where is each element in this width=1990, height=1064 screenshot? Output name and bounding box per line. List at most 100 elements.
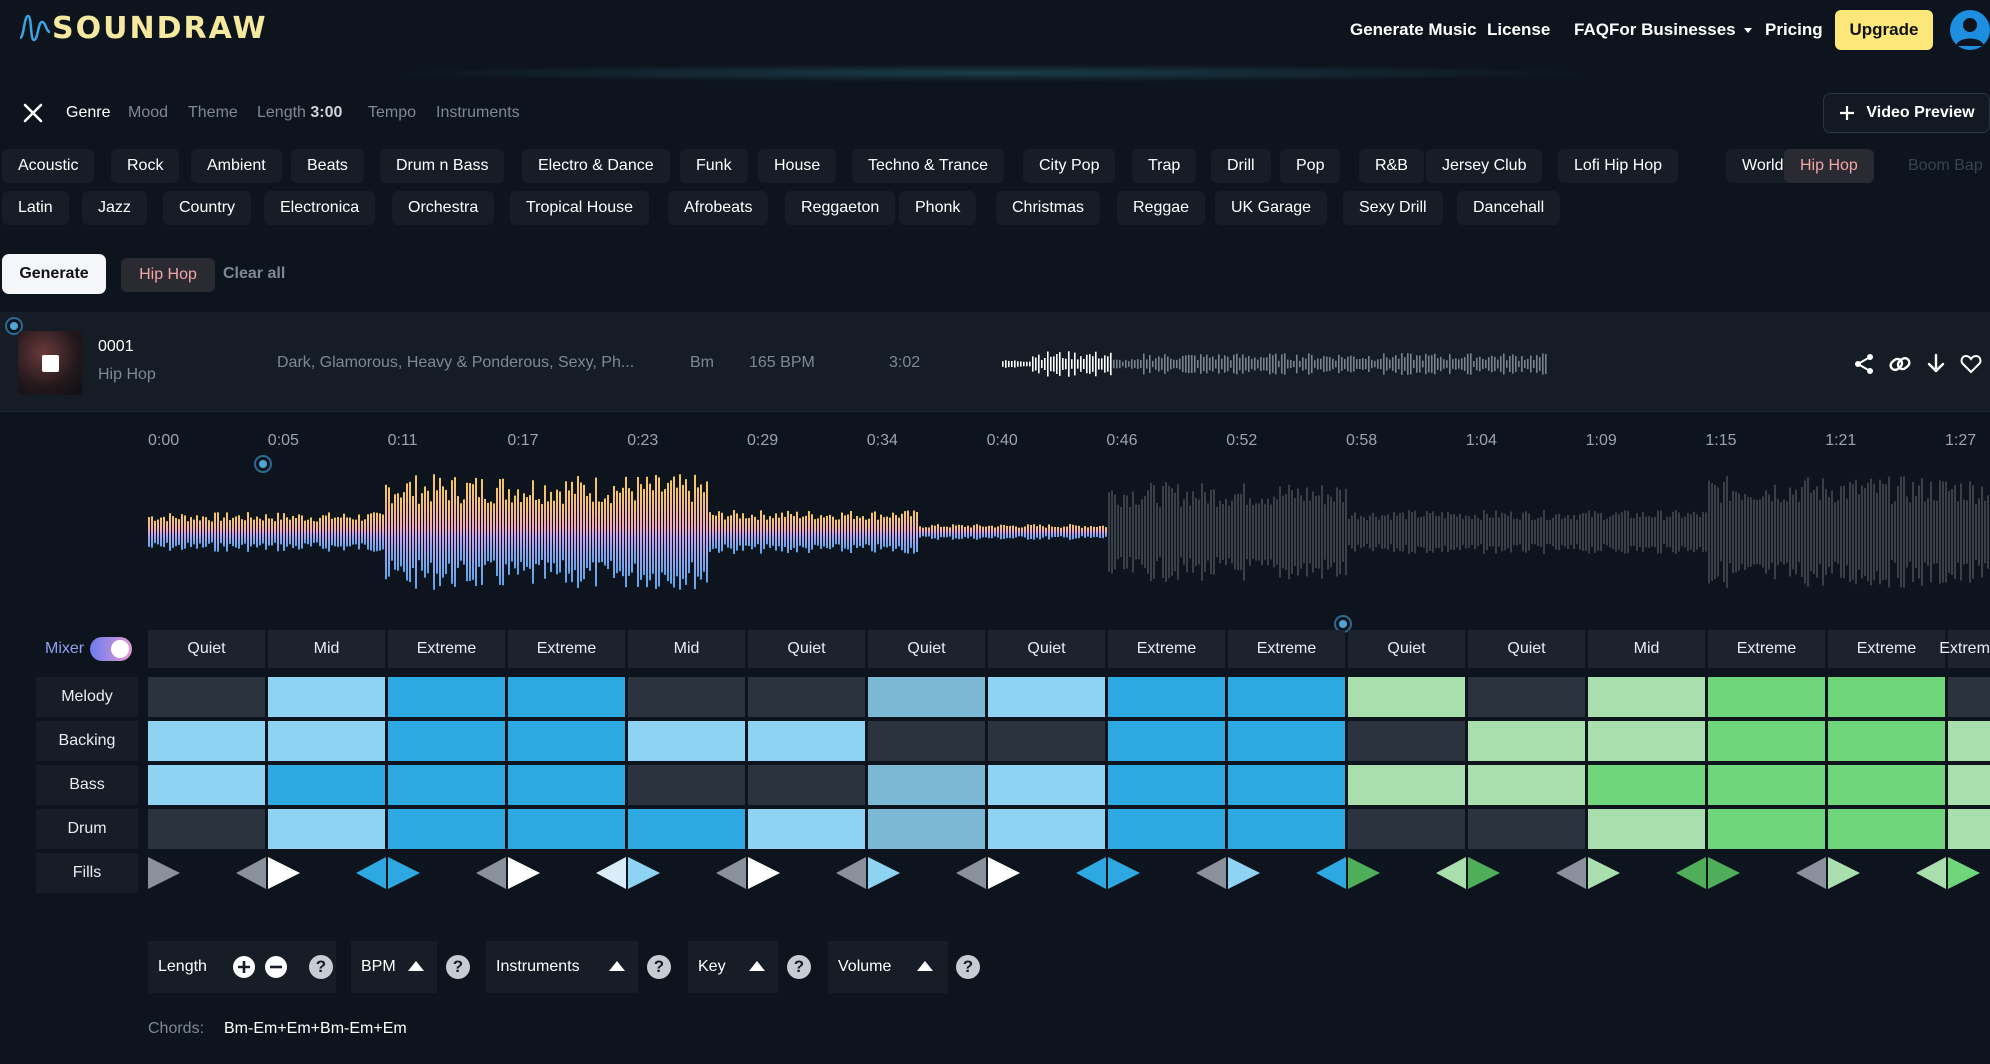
mixer-cell-bass[interactable] — [1828, 765, 1945, 805]
genre-chip-pop[interactable]: Pop — [1280, 149, 1341, 183]
mixer-cell-drum[interactable] — [1228, 809, 1345, 849]
genre-chip-electro-dance[interactable]: Electro & Dance — [522, 149, 670, 183]
tab-length[interactable]: Length 3:00 — [257, 104, 342, 122]
mixer-cell-backing[interactable] — [1948, 721, 1990, 761]
upgrade-button[interactable]: Upgrade — [1835, 10, 1933, 50]
mixer-cell-melody[interactable] — [508, 677, 625, 717]
intensity-cell[interactable]: Extreme — [388, 630, 505, 668]
mixer-cell-backing[interactable] — [1468, 721, 1585, 761]
genre-chip-jersey-club[interactable]: Jersey Club — [1426, 149, 1543, 183]
heart-icon[interactable] — [1959, 352, 1983, 376]
genre-chip-afrobeats[interactable]: Afrobeats — [668, 191, 769, 225]
intensity-cell[interactable]: Extreme — [1228, 630, 1345, 668]
selected-genre-tag[interactable]: Hip Hop — [121, 258, 215, 292]
tab-genre[interactable]: Genre — [66, 104, 110, 122]
intensity-cell[interactable]: Extreme — [1939, 630, 1990, 668]
mixer-cell-drum[interactable] — [1828, 809, 1945, 849]
mixer-cell-bass[interactable] — [1348, 765, 1465, 805]
intensity-cell[interactable]: Extreme — [1708, 630, 1825, 668]
main-waveform[interactable] — [148, 470, 1990, 595]
mixer-cell-backing[interactable] — [1828, 721, 1945, 761]
mixer-cell-backing[interactable] — [148, 721, 265, 761]
mixer-cell-drum[interactable] — [988, 809, 1105, 849]
mixer-cell-melody[interactable] — [988, 677, 1105, 717]
mixer-cell-melody[interactable] — [868, 677, 985, 717]
nav-generate-music[interactable]: Generate Music — [1350, 18, 1477, 42]
genre-chip-sexy-drill[interactable]: Sexy Drill — [1343, 191, 1443, 225]
minus-circle-icon[interactable] — [264, 955, 288, 979]
genre-chip-phonk[interactable]: Phonk — [899, 191, 977, 225]
mixer-cell-bass[interactable] — [748, 765, 865, 805]
mixer-cell-melody[interactable] — [1708, 677, 1825, 717]
genre-chip-hip-hop[interactable]: Hip Hop — [1784, 149, 1874, 183]
link-icon[interactable] — [1888, 352, 1912, 376]
section-handle[interactable] — [1336, 617, 1350, 631]
intensity-cell[interactable]: Quiet — [148, 630, 265, 668]
mixer-cell-bass[interactable] — [628, 765, 745, 805]
clear-all-button[interactable]: Clear all — [223, 265, 285, 283]
mixer-cell-backing[interactable] — [748, 721, 865, 761]
intensity-cell[interactable]: Extreme — [1108, 630, 1225, 668]
key-help-icon[interactable]: ? — [787, 955, 811, 979]
genre-chip-electronica[interactable]: Electronica — [264, 191, 376, 225]
download-icon[interactable] — [1924, 352, 1948, 376]
mixer-cell-bass[interactable] — [868, 765, 985, 805]
genre-chip-funk[interactable]: Funk — [680, 149, 748, 183]
intensity-cell[interactable]: Quiet — [748, 630, 865, 668]
mixer-cell-drum[interactable] — [868, 809, 985, 849]
tab-mood[interactable]: Mood — [128, 104, 168, 122]
mixer-cell-backing[interactable] — [628, 721, 745, 761]
stop-icon[interactable] — [42, 355, 59, 372]
mixer-cell-melody[interactable] — [628, 677, 745, 717]
genre-chip-drum-n-bass[interactable]: Drum n Bass — [380, 149, 505, 183]
genre-chip-reggaeton[interactable]: Reggaeton — [785, 191, 896, 225]
mixer-cell-backing[interactable] — [388, 721, 505, 761]
tab-instruments[interactable]: Instruments — [436, 104, 520, 122]
nav-faq[interactable]: FAQ — [1574, 18, 1609, 42]
genre-chip-latin[interactable]: Latin — [2, 191, 69, 225]
tab-theme[interactable]: Theme — [188, 104, 238, 122]
plus-circle-icon[interactable] — [232, 955, 256, 979]
genre-chip-r-b[interactable]: R&B — [1359, 149, 1424, 183]
genre-chip-boom-bap[interactable]: Boom Bap — [1892, 149, 1990, 183]
playhead-handle[interactable] — [256, 457, 270, 471]
mixer-cell-drum[interactable] — [748, 809, 865, 849]
mixer-cell-bass[interactable] — [1108, 765, 1225, 805]
mixer-cell-backing[interactable] — [868, 721, 985, 761]
mixer-toggle[interactable] — [90, 637, 132, 661]
share-icon[interactable] — [1852, 352, 1876, 376]
genre-chip-beats[interactable]: Beats — [291, 149, 364, 183]
mixer-cell-melody[interactable] — [748, 677, 865, 717]
intensity-cell[interactable]: Mid — [1588, 630, 1705, 668]
user-avatar[interactable] — [1950, 10, 1990, 50]
genre-chip-country[interactable]: Country — [163, 191, 252, 225]
genre-chip-reggae[interactable]: Reggae — [1117, 191, 1206, 225]
genre-chip-house[interactable]: House — [758, 149, 837, 183]
mixer-cell-backing[interactable] — [1588, 721, 1705, 761]
length-help-icon[interactable]: ? — [309, 955, 333, 979]
nav-license[interactable]: License — [1487, 18, 1550, 42]
bpm-control[interactable]: BPM — [351, 941, 437, 993]
mixer-cell-bass[interactable] — [388, 765, 505, 805]
mixer-cell-melody[interactable] — [1828, 677, 1945, 717]
intensity-cell[interactable]: Extreme — [508, 630, 625, 668]
volume-help-icon[interactable]: ? — [956, 955, 980, 979]
mixer-cell-bass[interactable] — [148, 765, 265, 805]
mixer-cell-bass[interactable] — [508, 765, 625, 805]
genre-chip-drill[interactable]: Drill — [1211, 149, 1271, 183]
generate-button[interactable]: Generate — [2, 254, 106, 294]
mixer-cell-drum[interactable] — [1468, 809, 1585, 849]
genre-chip-ambient[interactable]: Ambient — [191, 149, 282, 183]
mixer-cell-backing[interactable] — [1228, 721, 1345, 761]
mixer-cell-melody[interactable] — [148, 677, 265, 717]
mixer-cell-bass[interactable] — [988, 765, 1105, 805]
mixer-cell-melody[interactable] — [1588, 677, 1705, 717]
mixer-cell-drum[interactable] — [388, 809, 505, 849]
mixer-cell-drum[interactable] — [1948, 809, 1990, 849]
mixer-cell-melody[interactable] — [388, 677, 505, 717]
mixer-cell-bass[interactable] — [1948, 765, 1990, 805]
mixer-cell-melody[interactable] — [268, 677, 385, 717]
nav-for-businesses[interactable]: For Businesses — [1609, 18, 1756, 42]
mixer-cell-bass[interactable] — [1708, 765, 1825, 805]
mixer-cell-drum[interactable] — [628, 809, 745, 849]
